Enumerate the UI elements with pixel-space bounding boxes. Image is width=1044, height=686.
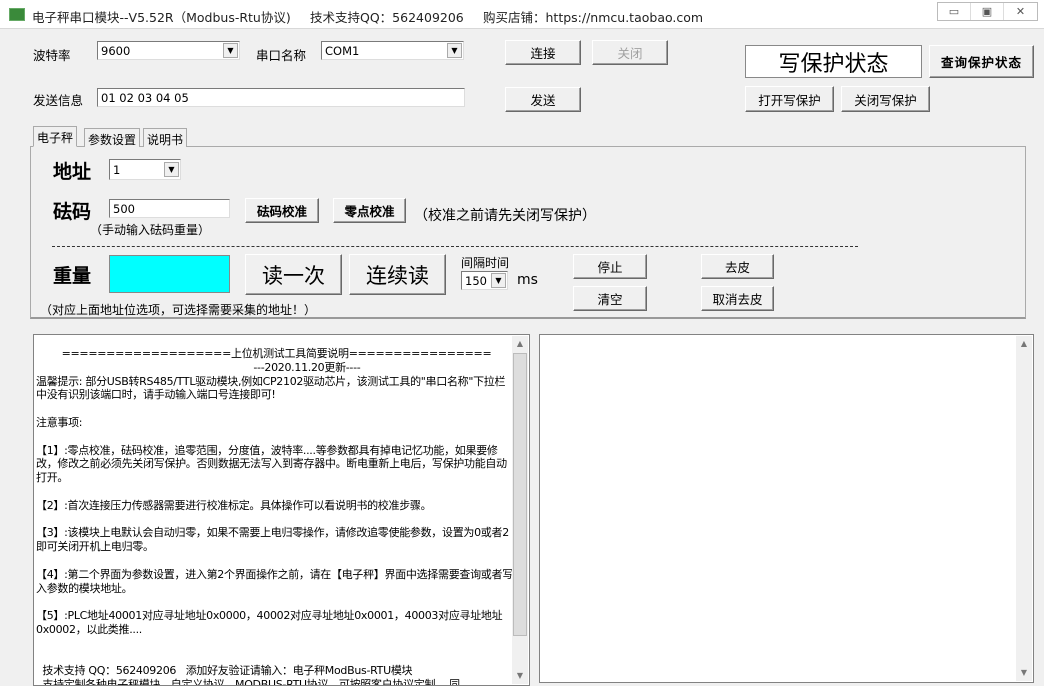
minimize-icon[interactable]: ▭ [938,3,971,20]
chevron-down-icon[interactable]: ▼ [447,43,462,58]
connect-button[interactable]: 连接 [505,40,581,65]
scroll-up-icon[interactable]: ▲ [512,336,528,352]
clear-button[interactable]: 清空 [573,286,647,311]
maximize-icon[interactable]: ▣ [971,3,1004,20]
chevron-down-icon[interactable]: ▼ [164,162,179,177]
log-scrollbar[interactable]: ▲ ▼ [1016,336,1032,681]
weight-label: 重量 [53,265,92,287]
scroll-up-icon[interactable]: ▲ [1016,336,1032,352]
scroll-down-icon[interactable]: ▼ [1016,665,1032,681]
baud-value: 9600 [101,43,131,58]
scroll-thumb[interactable] [513,353,527,636]
open-protect-button[interactable]: 打开写保护 [745,86,834,112]
tab-params[interactable]: 参数设置 [84,128,141,147]
interval-value: 150 [465,273,487,288]
interval-unit: ms [517,272,538,288]
shop-link: 购买店铺：https://nmcu.taobao.com [483,10,704,25]
query-protect-button[interactable]: 查询保护状态 [929,45,1034,78]
cancel-tare-button[interactable]: 取消去皮 [701,286,774,311]
support-qq: 技术支持QQ：562409206 [310,10,464,25]
weight-ref-label: 砝码 [53,201,92,223]
port-select[interactable]: COM1 ▼ [321,41,464,60]
address-footnote: （对应上面地址位选项，可选择需要采集的地址！） [40,303,317,317]
weight-display [109,255,230,293]
log-textarea[interactable]: ▲ ▼ [539,334,1034,683]
close-protect-button[interactable]: 关闭写保护 [841,86,930,112]
scroll-down-icon[interactable]: ▼ [512,668,528,684]
weight-ref-hint: （手动输入砝码重量） [90,223,211,237]
divider [52,246,858,247]
title-bar: 电子秤串口模块--V5.52R（Modbus-Rtu协议) 技术支持QQ：562… [0,0,1044,29]
zero-calibrate-button[interactable]: 零点校准 [333,198,406,223]
send-label: 发送信息 [33,93,84,108]
send-input[interactable]: 01 02 03 04 05 [97,88,465,107]
write-protect-status: 写保护状态 [745,45,922,78]
address-value: 1 [113,162,121,177]
port-label: 串口名称 [256,48,307,63]
tab-scale[interactable]: 电子秤 [33,126,78,147]
instructions-scrollbar[interactable]: ▲ ▼ [512,336,528,684]
window-controls: ▭ ▣ ✕ [937,2,1038,21]
app-icon [9,8,25,21]
baud-label: 波特率 [33,48,71,63]
read-once-button[interactable]: 读一次 [245,254,342,295]
chevron-down-icon[interactable]: ▼ [223,43,238,58]
interval-label: 间隔时间 [461,256,510,270]
chevron-down-icon[interactable]: ▼ [491,273,506,288]
stop-button[interactable]: 停止 [573,254,647,279]
tare-button[interactable]: 去皮 [701,254,774,279]
window-title: 电子秤串口模块--V5.52R（Modbus-Rtu协议) [32,10,291,25]
calibrate-note: （校准之前请先关闭写保护） [414,208,596,224]
send-button[interactable]: 发送 [505,87,581,112]
instructions-text: ===================上位机测试工具简要说明==========… [36,347,513,685]
interval-select[interactable]: 150 ▼ [461,271,508,290]
port-value: COM1 [325,43,360,58]
close-icon[interactable]: ✕ [1004,3,1037,20]
instructions-textarea[interactable]: ===================上位机测试工具简要说明==========… [33,334,530,686]
tab-manual[interactable]: 说明书 [143,128,188,147]
address-select[interactable]: 1 ▼ [109,159,181,180]
close-port-button[interactable]: 关闭 [592,40,668,65]
read-continuous-button[interactable]: 连续读 [349,254,446,295]
address-label: 地址 [53,161,92,183]
weight-calibrate-button[interactable]: 砝码校准 [245,198,319,223]
weight-ref-input[interactable]: 500 [109,199,230,218]
baud-select[interactable]: 9600 ▼ [97,41,240,60]
